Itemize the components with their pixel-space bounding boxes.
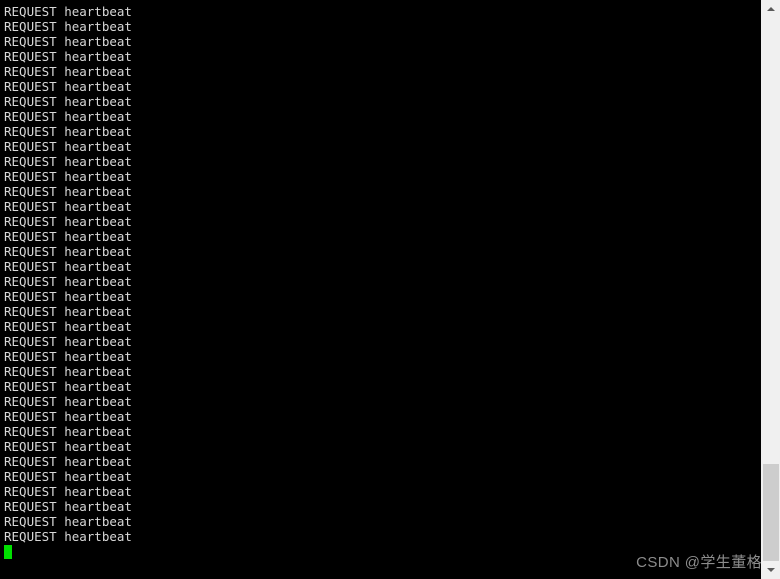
- log-line: REQUEST heartbeat: [4, 514, 132, 529]
- scrollbar-down-button[interactable]: [762, 561, 780, 579]
- scrollbar-up-button[interactable]: [762, 0, 780, 18]
- log-line: REQUEST heartbeat: [4, 529, 132, 544]
- log-line: REQUEST heartbeat: [4, 169, 132, 184]
- log-line: REQUEST heartbeat: [4, 94, 132, 109]
- log-line: REQUEST heartbeat: [4, 49, 132, 64]
- log-line: REQUEST heartbeat: [4, 259, 132, 274]
- log-line: REQUEST heartbeat: [4, 439, 132, 454]
- log-line: REQUEST heartbeat: [4, 79, 132, 94]
- log-line: REQUEST heartbeat: [4, 124, 132, 139]
- log-line: REQUEST heartbeat: [4, 469, 132, 484]
- log-line: REQUEST heartbeat: [4, 64, 132, 79]
- log-line: REQUEST heartbeat: [4, 379, 132, 394]
- log-line: REQUEST heartbeat: [4, 394, 132, 409]
- terminal-cursor: [4, 545, 12, 559]
- log-line: REQUEST heartbeat: [4, 214, 132, 229]
- log-line: REQUEST heartbeat: [4, 499, 132, 514]
- log-line: REQUEST heartbeat: [4, 349, 132, 364]
- log-line: REQUEST heartbeat: [4, 229, 132, 244]
- log-line: REQUEST heartbeat: [4, 34, 132, 49]
- log-line: REQUEST heartbeat: [4, 109, 132, 124]
- log-line: REQUEST heartbeat: [4, 289, 132, 304]
- log-line: REQUEST heartbeat: [4, 334, 132, 349]
- log-line: REQUEST heartbeat: [4, 154, 132, 169]
- log-line: REQUEST heartbeat: [4, 19, 132, 34]
- chevron-down-icon: [767, 568, 775, 572]
- log-line: REQUEST heartbeat: [4, 484, 132, 499]
- vertical-scrollbar[interactable]: [761, 0, 780, 579]
- log-line: REQUEST heartbeat: [4, 184, 132, 199]
- log-line: REQUEST heartbeat: [4, 244, 132, 259]
- scrollbar-thumb[interactable]: [763, 464, 779, 561]
- log-line: REQUEST heartbeat: [4, 199, 132, 214]
- log-line: REQUEST heartbeat: [4, 364, 132, 379]
- log-line: REQUEST heartbeat: [4, 274, 132, 289]
- log-line: REQUEST heartbeat: [4, 424, 132, 439]
- log-line: REQUEST heartbeat: [4, 319, 132, 334]
- log-line: REQUEST heartbeat: [4, 4, 132, 19]
- chevron-up-icon: [767, 7, 775, 11]
- log-line: REQUEST heartbeat: [4, 454, 132, 469]
- terminal-window: REQUEST heartbeat REQUEST heartbeat REQUES…: [0, 0, 780, 579]
- log-line-list: REQUEST heartbeat REQUEST heartbeat REQUES…: [4, 4, 758, 544]
- log-line: REQUEST heartbeat: [4, 409, 132, 424]
- log-line: REQUEST heartbeat: [4, 139, 132, 154]
- log-line: REQUEST heartbeat: [4, 304, 132, 319]
- scrollbar-track[interactable]: [762, 18, 780, 561]
- terminal-output-area[interactable]: REQUEST heartbeat REQUEST heartbeat REQUES…: [0, 0, 762, 579]
